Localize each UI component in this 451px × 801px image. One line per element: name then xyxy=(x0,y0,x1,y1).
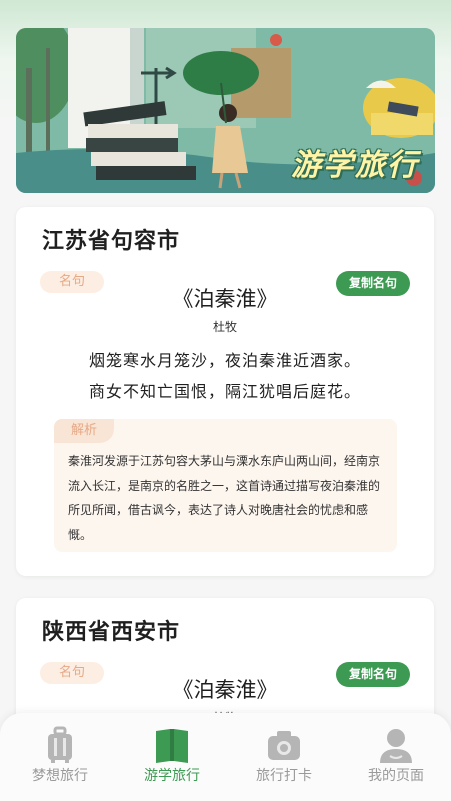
analysis-tag: 解析 xyxy=(54,419,114,443)
city-title: 陕西省西安市 xyxy=(42,620,181,645)
poem-title: 《泊秦淮》 xyxy=(172,287,278,311)
poem-author: 杜牧 xyxy=(212,320,237,334)
nav-label: 我的页面 xyxy=(368,768,424,784)
nav-label: 梦想旅行 xyxy=(32,768,88,784)
book-icon xyxy=(156,729,188,763)
bottom-nav: 梦想旅行 游学旅行 旅行打卡 我的页面 xyxy=(0,713,451,801)
nav-label: 旅行打卡 xyxy=(256,768,312,784)
user-icon xyxy=(380,729,412,763)
nav-item-study-travel[interactable]: 游学旅行 xyxy=(116,713,228,801)
suitcase-icon xyxy=(48,726,72,763)
nav-label: 游学旅行 xyxy=(144,768,200,784)
poem-verse: 商女不知亡国恨，隔江犹唱后庭花。 xyxy=(88,382,361,401)
poem-title: 《泊秦淮》 xyxy=(172,678,278,702)
camera-icon xyxy=(268,731,300,760)
page-scroll[interactable]: 游学旅行 江苏省句容市 名句 复制名句 《泊秦淮》 杜牧 烟笼寒水月笼沙，夜泊秦… xyxy=(0,0,451,801)
poem-card: 江苏省句容市 名句 复制名句 《泊秦淮》 杜牧 烟笼寒水月笼沙，夜泊秦淮近酒家。… xyxy=(16,207,434,576)
analysis-text: 秦淮河发源于江苏句容大茅山与溧水东庐山两山间，经南京流入长江，是南京的名胜之一，… xyxy=(68,454,381,542)
study-travel-banner[interactable]: 游学旅行 xyxy=(16,28,435,193)
poem-verse: 烟笼寒水月笼沙，夜泊秦淮近酒家。 xyxy=(88,351,361,370)
nav-item-dream-travel[interactable]: 梦想旅行 xyxy=(4,713,116,801)
analysis-box: 解析 秦淮河发源于江苏句容大茅山与溧水东庐山两山间，经南京流入长江，是南京的名胜… xyxy=(54,419,397,552)
city-title: 江苏省句容市 xyxy=(42,229,181,254)
nav-item-my-page[interactable]: 我的页面 xyxy=(340,713,451,801)
banner-title: 游学旅行 xyxy=(291,148,419,183)
nav-item-travel-checkin[interactable]: 旅行打卡 xyxy=(228,713,340,801)
